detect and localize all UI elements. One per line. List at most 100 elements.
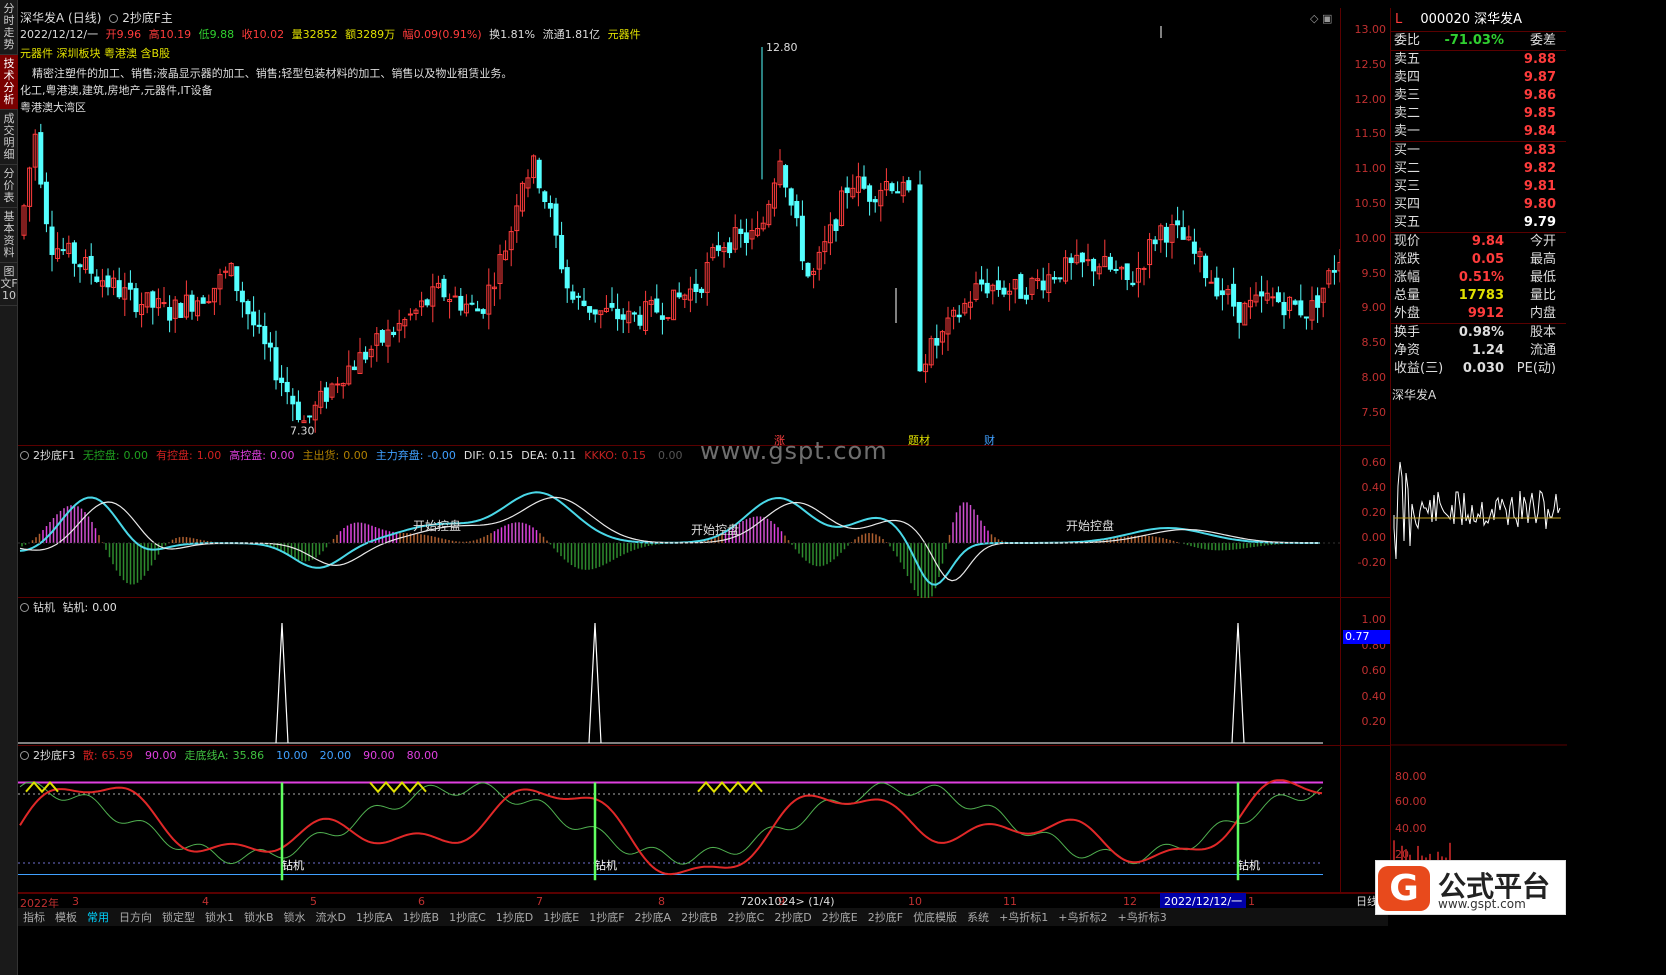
date-axis-label: 8	[658, 895, 665, 908]
quote-row-label: 现价	[1394, 234, 1421, 249]
quote-row-right-label: 今开	[1529, 234, 1556, 249]
f1-canvas[interactable]: 开始控盘 开始控盘 开始控盘	[18, 446, 1340, 598]
concept-desc: 化工,粤港澳,建筑,房地产,元器件,IT设备	[20, 84, 213, 97]
indicator-tab[interactable]: +鸟折标2	[1053, 908, 1112, 926]
quote-row-label: 涨幅	[1394, 270, 1421, 285]
f3-canvas[interactable]: 钻机 钻机 钻机	[18, 746, 1340, 893]
quote-row-value: 9.80	[1523, 197, 1556, 212]
indicator-tab[interactable]: 常用	[82, 908, 114, 926]
y-tick-label: 7.50	[1361, 405, 1387, 419]
bar-turnover: 换1.81%	[489, 28, 536, 41]
indicator-tab[interactable]: 1抄底B	[398, 908, 445, 926]
f1-toggle-icon[interactable]	[20, 451, 29, 460]
quote-row: 总量 17783 量比	[1391, 287, 1566, 305]
f3-item-value: 20.00	[319, 749, 352, 762]
f1-item-value: 0.00	[269, 449, 295, 462]
tab-basic-info[interactable]: 基本资料	[0, 208, 18, 263]
quote-row-label: 净资	[1394, 343, 1421, 358]
f1-header: 2抄底F1 无控盘: 0.00 有控盘: 1.00 高控盘: 0.00 主出货: 0.00 主力…	[20, 447, 694, 463]
mini-chart: 0.600.400.200.00-0.2080.0060.0040.0020	[1351, 400, 1567, 900]
quote-row: 委比 -71.03% 委差	[1391, 32, 1566, 50]
main-kline-panel[interactable]: 深华发A (日线) 2抄底F主 2022/12/12/一 开9.96 高10.1…	[18, 8, 1390, 447]
f3-toggle-icon[interactable]	[20, 751, 29, 760]
f1-panel[interactable]: 2抄底F1 无控盘: 0.00 有控盘: 1.00 高控盘: 0.00 主出货: 0.00 主力…	[18, 446, 1390, 598]
main-y-axis: 13.00 12.50 12.00 11.50 11.00 10.50 10.00 9.50 9…	[1340, 8, 1390, 445]
tab-intraday[interactable]: 分时走势	[0, 0, 18, 55]
tab-trade-details[interactable]: 成交明细	[0, 110, 18, 165]
quote-row-value: 9912	[1467, 306, 1504, 321]
start-control-label: 开始控盘	[413, 518, 461, 533]
indicator-tab[interactable]: 锁水B	[239, 908, 279, 926]
business-desc: 精密注塑件的加工、销售;液晶显示器的加工、销售;轻型包装材料的加工、销售以及物业…	[32, 67, 513, 80]
f1-item: KKKO: 0.15	[584, 449, 650, 462]
indicator-tab[interactable]: 1抄底A	[351, 908, 398, 926]
bar-volume: 量32852	[291, 28, 338, 41]
quote-row: 现价 9.84 今开	[1391, 233, 1566, 251]
bar-sector: 元器件	[607, 28, 641, 41]
quote-row-value: 9.84	[1471, 234, 1504, 249]
quote-row-value: 17783	[1458, 288, 1504, 303]
indicator-tab[interactable]: 2抄底D	[769, 908, 816, 926]
quote-row-value: 0.98%	[1458, 325, 1504, 340]
indicator-tab[interactable]: 锁水1	[200, 908, 239, 926]
indicator-tab[interactable]: 优底模版	[908, 908, 962, 926]
indicator-tab[interactable]: 2抄底B	[676, 908, 723, 926]
f2-item-value: 0.00	[92, 601, 117, 614]
tab-price-table[interactable]: 分价表	[0, 165, 18, 208]
indicator-tab[interactable]: 2抄底A	[630, 908, 677, 926]
f1-item: DEA: 0.11	[521, 449, 580, 462]
f1-item-label: DIF:	[463, 449, 485, 462]
indicator-tab[interactable]: 1抄底E	[538, 908, 584, 926]
quote-row-label: 外盘	[1394, 306, 1421, 321]
date-axis-label: 12	[1123, 895, 1137, 908]
f3-title: 2抄底F3	[33, 749, 76, 762]
indicator-tab[interactable]: 1抄底F	[584, 908, 629, 926]
drill-spike	[588, 622, 602, 744]
watermark-text: www.gspt.com	[700, 437, 888, 465]
indicator-tab[interactable]: 流水D	[311, 908, 351, 926]
f3-item-value: 80.00	[406, 749, 439, 762]
drill-spike	[275, 622, 289, 744]
tab-technical-analysis[interactable]: 技术分析	[0, 55, 18, 110]
quote-row: 卖三 9.86	[1391, 87, 1566, 105]
f2-canvas[interactable]	[18, 598, 1340, 746]
panel-options-icon[interactable]: ◇ ▣	[1310, 12, 1332, 25]
indicator-tab[interactable]: 1抄底C	[444, 908, 491, 926]
indicator-tab[interactable]: 锁水	[279, 908, 311, 926]
tab-f10[interactable]: 图文F10	[0, 263, 18, 306]
quote-header: L 000020 深华发A	[1391, 8, 1566, 32]
quote-row-right-label: PE(动)	[1516, 361, 1556, 376]
indicator-tab[interactable]: +鸟折标1	[994, 908, 1053, 926]
quote-row: 卖一 9.84	[1391, 123, 1566, 141]
f3-panel[interactable]: 2抄底F3 散: 65.59 90.00 走底线A: 35.86 10.00 20.00 90…	[18, 746, 1390, 893]
f2-panel[interactable]: 钻机 钻机: 0.00 1.00 0.80 0.60 0.40 0.20	[18, 598, 1390, 746]
indicator-tab[interactable]: 2抄底C	[723, 908, 770, 926]
indicator-tab[interactable]: 2抄底F	[863, 908, 908, 926]
left-tab-bar: 分时走势 技术分析 成交明细 分价表 基本资料 图文F10	[0, 0, 18, 975]
f2-toggle-icon[interactable]	[20, 603, 29, 612]
indicator-tab[interactable]: 日方向	[114, 908, 157, 926]
indicator-tab[interactable]: 模板	[50, 908, 82, 926]
indicator-tab[interactable]: 锁定型	[157, 908, 200, 926]
f3-item-value: 10.00	[276, 749, 308, 762]
date-axis-label: 5	[310, 895, 317, 908]
indicator-tab[interactable]: 1抄底D	[491, 908, 538, 926]
f1-item: 0.00	[654, 449, 687, 462]
date-axis-label: 7	[536, 895, 543, 908]
quote-row-label: 买一	[1394, 143, 1421, 158]
formula-toggle-icon[interactable]	[109, 14, 119, 23]
indicator-tab[interactable]: 2抄底E	[817, 908, 863, 926]
quote-row-value: 9.84	[1523, 124, 1556, 139]
f1-item-value: -0.00	[427, 449, 456, 462]
f1-item-value: 1.00	[196, 449, 222, 462]
indicator-tab[interactable]: 指标	[18, 908, 50, 926]
indicator-tab[interactable]: +鸟折标3	[1113, 908, 1172, 926]
quote-prefix: L	[1395, 12, 1403, 27]
stock-tags: 元器件 深圳板块 粤港澳 含B股	[20, 47, 171, 60]
mini-y-tick2: 40.00	[1395, 822, 1427, 835]
f1-item-value: 0.15	[488, 449, 514, 462]
f3-item: 20.00	[316, 749, 356, 762]
indicator-tab[interactable]: 系统	[962, 908, 994, 926]
logo-icon: G	[1378, 866, 1430, 911]
quote-row-label: 总量	[1394, 288, 1421, 303]
